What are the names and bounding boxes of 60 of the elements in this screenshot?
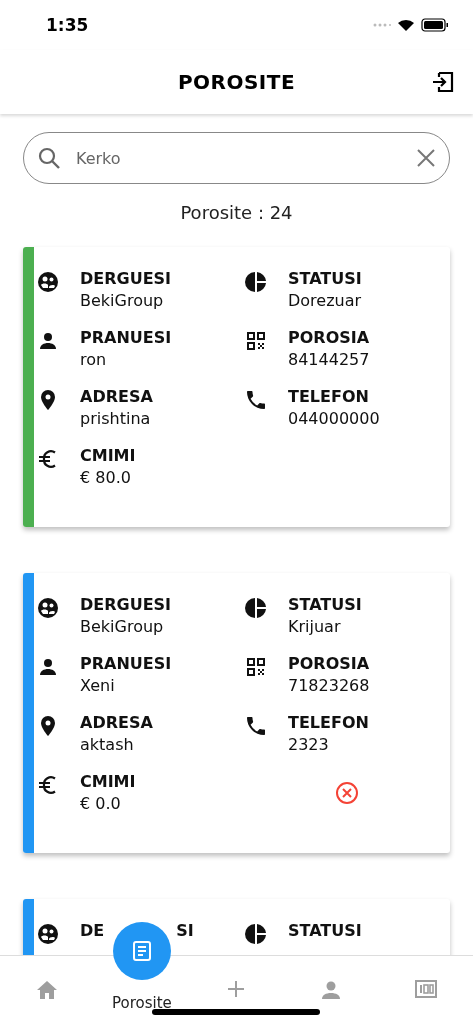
tab-label[interactable]: Porosite xyxy=(112,994,172,1012)
field-label: PRANUESI xyxy=(80,328,172,347)
counter-icon[interactable] xyxy=(414,980,437,998)
field-label: DERGUESI xyxy=(80,269,172,288)
field-value: 2323 xyxy=(288,735,330,754)
field-label: ADRESA xyxy=(80,387,153,406)
page-title: POROSITE xyxy=(177,70,296,94)
field-label: POROSIA xyxy=(288,328,370,347)
logout-icon[interactable] xyxy=(431,70,455,94)
field-label: CMIMI xyxy=(80,772,136,791)
person-icon[interactable] xyxy=(321,980,342,1000)
group-icon xyxy=(36,596,60,620)
pie-chart-icon xyxy=(244,270,268,294)
signal-icon xyxy=(373,23,391,27)
close-icon[interactable] xyxy=(417,149,435,167)
wifi-icon xyxy=(397,18,415,32)
add-icon[interactable] xyxy=(227,980,246,998)
battery-icon xyxy=(421,18,449,32)
phone-icon xyxy=(244,388,268,412)
qr-code-icon xyxy=(244,655,268,679)
order-count: Porosite : 24 xyxy=(179,202,294,223)
pie-chart-icon xyxy=(244,596,268,620)
field-value: BekiGroup xyxy=(80,617,165,636)
field-label: TELEFON xyxy=(288,387,370,406)
field-label: STATUSI xyxy=(288,269,362,288)
order-card[interactable]: DE SI STATUSI xyxy=(23,899,450,955)
field-value: ron xyxy=(80,350,108,369)
field-value: 044000000 xyxy=(288,409,380,428)
field-label: POROSIA xyxy=(288,654,370,673)
field-value: 71823268 xyxy=(288,676,370,695)
pie-chart-icon xyxy=(244,922,268,946)
home-icon[interactable] xyxy=(36,980,59,1000)
field-value: Krijuar xyxy=(288,617,342,636)
field-label: DERGUESI xyxy=(80,595,172,614)
field-value: € 80.0 xyxy=(80,468,132,487)
order-card[interactable]: DERGUESI BekiGroup STATUSI Dorezuar PRANUESI ron POROSIA 84144257 ADRESA prishtina TELEFON 044000000 CMIMI € 80.0 xyxy=(23,247,450,527)
status-time: 1:35 xyxy=(46,15,89,35)
group-icon xyxy=(36,270,60,294)
field-value: BekiGroup xyxy=(80,291,165,310)
field-label: DE xyxy=(80,921,105,940)
search-input[interactable]: Kerko xyxy=(74,147,403,169)
cancel-icon[interactable] xyxy=(335,780,359,805)
field-label: TELEFON xyxy=(288,713,369,732)
field-label: PRANUESI xyxy=(80,654,172,673)
search-icon xyxy=(38,147,60,169)
field-value: 84144257 xyxy=(288,350,370,369)
order-card[interactable]: DERGUESI BekiGroup STATUSI Krijuar PRANUESI Xeni POROSIA 71823268 ADRESA aktash TELEFON 2323 CMIMI € 0.0 xyxy=(23,573,450,853)
phone-icon xyxy=(244,714,268,738)
field-value: Xeni xyxy=(80,676,116,695)
field-label: STATUSI xyxy=(288,921,362,940)
field-value: prishtina xyxy=(80,409,152,428)
field-label: ADRESA xyxy=(80,713,153,732)
field-label: STATUSI xyxy=(288,595,362,614)
field-label: SI xyxy=(176,921,194,940)
field-label: CMIMI xyxy=(80,446,136,465)
group-icon xyxy=(36,922,60,946)
field-value: € 0.0 xyxy=(80,794,122,813)
field-value: aktash xyxy=(80,735,135,754)
field-value: Dorezuar xyxy=(288,291,362,310)
qr-code-icon xyxy=(244,329,268,353)
